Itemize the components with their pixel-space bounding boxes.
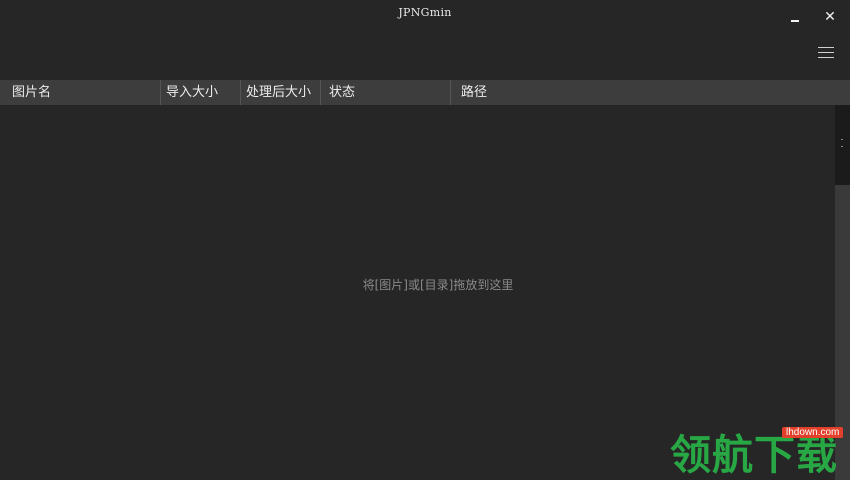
hamburger-menu-icon-line (818, 57, 834, 58)
column-header-name[interactable]: 图片名 (0, 80, 161, 105)
watermark-site-badge: lhdown.com (782, 427, 844, 438)
table-header: 图片名 导入大小 处理后大小 状态 路径 (0, 80, 850, 105)
scrollbar-grip-icon (841, 139, 843, 147)
window-title: JPNGmin (398, 6, 452, 19)
column-header-import-size[interactable]: 导入大小 (161, 80, 241, 105)
column-header-processed-size[interactable]: 处理后大小 (241, 80, 321, 105)
hamburger-menu-icon (818, 47, 834, 48)
hamburger-menu-icon-line (818, 52, 834, 53)
close-button[interactable]: ✕ (819, 6, 841, 28)
title-bar[interactable]: JPNGmin ✕ (0, 0, 850, 80)
scrollbar-thumb[interactable] (835, 105, 850, 185)
file-drop-area[interactable]: 将[图片]或[目录]拖放到这里 (0, 105, 835, 480)
minimize-button[interactable] (784, 6, 806, 28)
menu-button[interactable] (816, 44, 836, 60)
column-header-path[interactable]: 路径 (451, 80, 850, 105)
watermark-text: 领航下载 (670, 431, 838, 479)
watermark-logo: 领航下载 lhdown.com (668, 425, 850, 480)
vertical-scrollbar[interactable] (835, 105, 850, 480)
column-header-status[interactable]: 状态 (321, 80, 451, 105)
minimize-icon (791, 19, 799, 22)
drop-hint-text: 将[图片]或[目录]拖放到这里 (362, 278, 514, 292)
close-icon: ✕ (824, 9, 836, 25)
app-window: JPNGmin ✕ 图片名 导入大小 处理后大小 状态 路径 将[图片]或[目录… (0, 0, 850, 480)
